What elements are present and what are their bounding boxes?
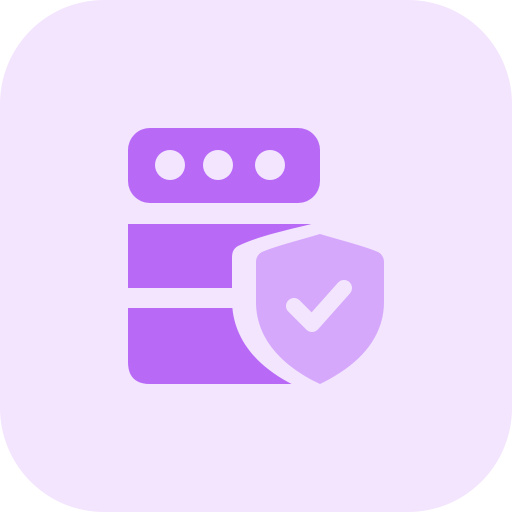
secure-server-svg (0, 0, 512, 512)
indicator-dot-1 (155, 150, 185, 180)
indicator-dot-3 (255, 150, 285, 180)
secure-server-app-icon (0, 0, 512, 512)
indicator-dot-2 (203, 150, 233, 180)
